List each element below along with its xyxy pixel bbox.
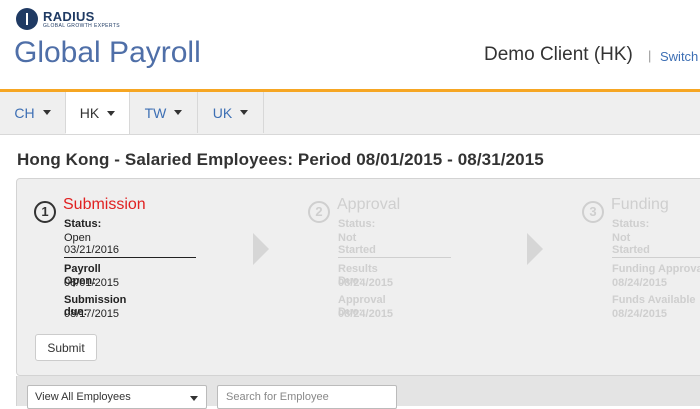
tab-ch[interactable]: CH xyxy=(0,92,66,133)
employee-search-input[interactable] xyxy=(217,385,397,409)
step-title: Funding xyxy=(611,196,669,213)
caret-down-icon xyxy=(107,110,116,116)
header-separator: | xyxy=(648,48,652,63)
step-number: 1 xyxy=(34,201,56,223)
step-number: 3 xyxy=(582,201,604,223)
caret-down-icon xyxy=(42,110,51,115)
tab-hk[interactable]: HK xyxy=(66,92,130,134)
employee-filter-bar: View All Employees xyxy=(16,376,700,409)
funds-available-value: 08/24/2015 xyxy=(612,308,668,320)
approval-due-value: 08/24/2015 xyxy=(338,308,394,320)
tab-label: HK xyxy=(79,105,100,121)
tab-uk[interactable]: UK xyxy=(198,92,264,133)
step-number: 2 xyxy=(308,201,330,223)
client-name: Demo Client (HK) xyxy=(484,44,633,65)
tab-label: UK xyxy=(212,104,233,121)
status-label: Status: xyxy=(612,218,650,230)
logo-text: RADIUS GLOBAL GROWTH EXPERTS xyxy=(43,10,120,29)
divider xyxy=(612,257,700,258)
switch-client-link[interactable]: Switch xyxy=(660,49,698,64)
app-title: Global Payroll xyxy=(14,36,201,69)
employee-filter-select[interactable]: View All Employees xyxy=(27,385,207,409)
status-value: Not Started xyxy=(612,232,650,256)
status-value: Not Started xyxy=(338,232,376,256)
country-tab-bar: CH HK TW UK xyxy=(0,92,700,135)
funds-available-label: Funds Available xyxy=(612,294,696,306)
status-label: Status: xyxy=(64,218,102,230)
step-title: Submission xyxy=(63,196,146,213)
divider xyxy=(64,257,196,258)
chevron-right-icon xyxy=(253,233,269,265)
step-title: Approval xyxy=(337,196,401,213)
caret-down-icon xyxy=(240,110,249,115)
divider xyxy=(338,257,451,258)
tab-label: CH xyxy=(14,104,35,121)
caret-down-icon xyxy=(190,396,198,401)
status-label: Status: xyxy=(338,218,376,230)
employee-filter-value: View All Employees xyxy=(35,391,131,403)
tab-tw[interactable]: TW xyxy=(130,92,198,133)
payroll-open-value: 08/01/2015 xyxy=(64,277,120,289)
tab-label: TW xyxy=(144,104,167,121)
logo-tagline: GLOBAL GROWTH EXPERTS xyxy=(43,22,121,29)
app-header: RADIUS GLOBAL GROWTH EXPERTS Global Payr… xyxy=(0,0,700,89)
logo-name: RADIUS xyxy=(43,8,95,24)
status-value: Open 03/21/2016 xyxy=(64,232,120,256)
submit-button[interactable]: Submit xyxy=(35,334,97,361)
results-due-value: 08/24/2015 xyxy=(338,277,394,289)
funding-approval-value: 08/24/2015 xyxy=(612,277,668,289)
radius-logo-icon xyxy=(16,8,38,30)
funding-approval-label: Funding Approval xyxy=(612,263,700,275)
payroll-steps-panel: 1 Submission Status: Open 03/21/2016 Pay… xyxy=(16,178,700,376)
caret-down-icon xyxy=(174,110,183,115)
page-title: Hong Kong - Salaried Employees: Period 0… xyxy=(17,150,544,169)
radius-logo[interactable]: RADIUS GLOBAL GROWTH EXPERTS xyxy=(16,8,120,30)
chevron-right-icon xyxy=(527,233,543,265)
submission-due-value: 08/17/2015 xyxy=(64,308,120,320)
